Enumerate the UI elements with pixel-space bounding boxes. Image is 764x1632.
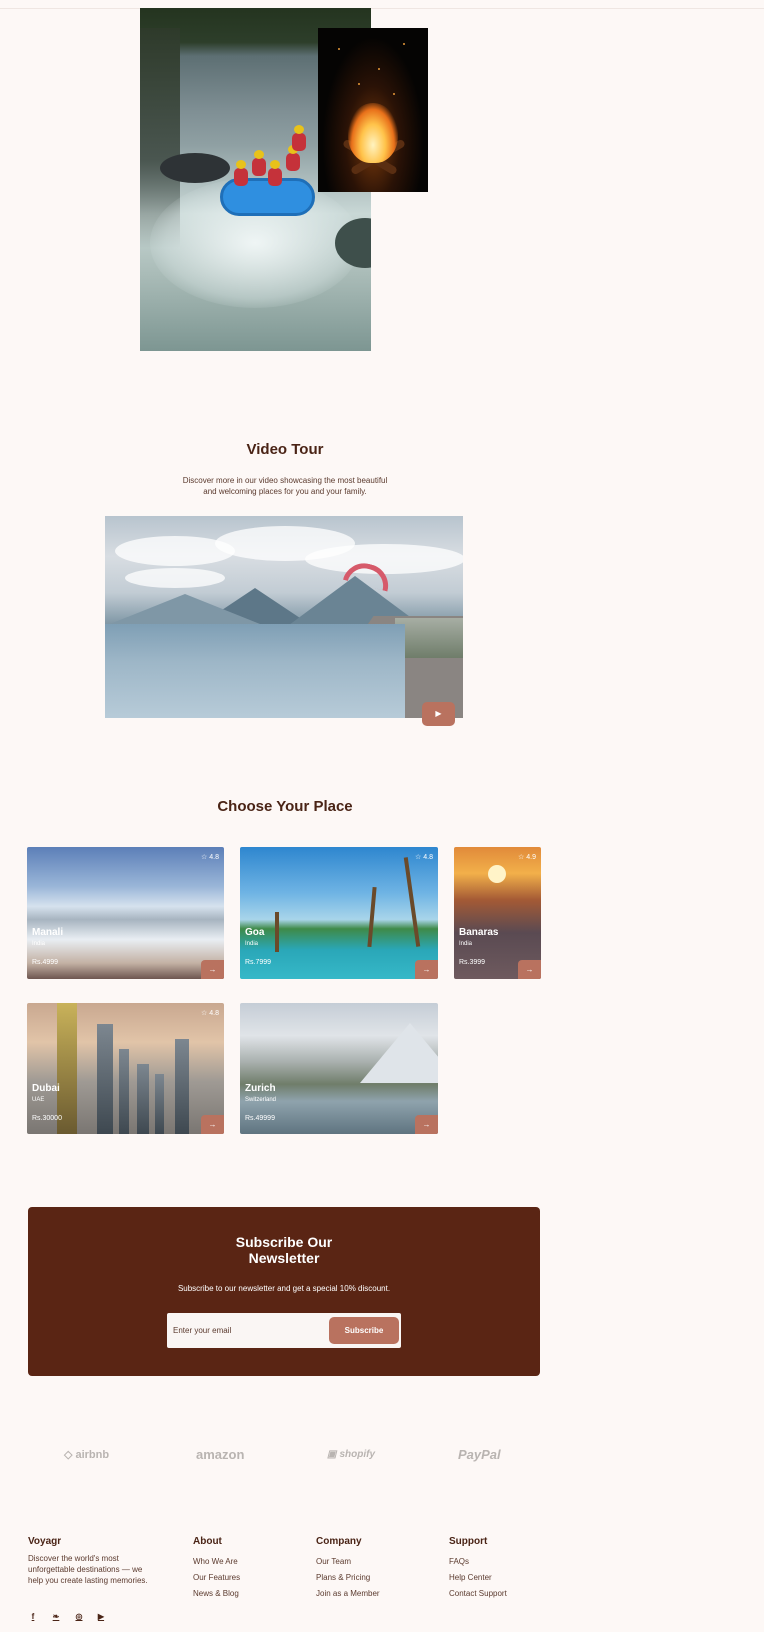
destination-card-manali[interactable]: ☆ 4.8 Manali India Rs.4999 → — [27, 847, 224, 979]
destination-price: Rs.30000 — [32, 1115, 62, 1122]
footer-column-about: About Who We Are Our Features News & Blo… — [193, 1536, 240, 1605]
play-icon: ▶ — [435, 709, 442, 718]
footer-column-title: Company — [316, 1536, 362, 1547]
destination-name: Manali — [32, 927, 64, 938]
twitter-icon[interactable]: ❧ — [51, 1612, 61, 1622]
arrow-right-icon: → — [208, 965, 217, 974]
destination-price: Rs.49999 — [245, 1115, 275, 1122]
facebook-icon[interactable]: f — [28, 1612, 38, 1622]
footer-column-support: Support FAQs Help Center Contact Support — [449, 1536, 507, 1605]
footer-brand: Voyagr — [28, 1536, 62, 1547]
header-divider — [0, 8, 764, 9]
arrow-right-icon: → — [422, 1120, 431, 1129]
newsletter-description: Subscribe to our newsletter and get a sp… — [177, 1284, 391, 1293]
destination-country: India — [459, 941, 473, 947]
amazon-logo: amazon — [196, 1447, 245, 1462]
destination-card-goa[interactable]: ☆ 4.8 Goa India Rs.7999 → — [240, 847, 438, 979]
destination-card-banaras[interactable]: ☆ 4.9 Banaras India Rs.3999 → — [454, 847, 541, 979]
card-arrow-button[interactable]: → — [201, 960, 224, 979]
destination-name: Goa — [245, 927, 265, 938]
footer-link-join-member[interactable]: Join as a Member — [316, 1589, 380, 1598]
footer-link-plans-pricing[interactable]: Plans & Pricing — [316, 1573, 380, 1582]
campfire-image — [318, 28, 428, 192]
shopify-logo: ▣ shopify — [327, 1445, 375, 1465]
airbnb-icon: ◇ — [64, 1449, 73, 1461]
destination-price: Rs.4999 — [32, 959, 59, 966]
destination-card-zurich[interactable]: Zurich Switzerland Rs.49999 → — [240, 1003, 438, 1134]
rating-badge: ☆ 4.8 — [201, 1010, 219, 1017]
rating-badge: ☆ 4.8 — [201, 854, 219, 861]
footer-column-title: About — [193, 1536, 222, 1547]
paypal-logo: PayPal — [458, 1447, 501, 1462]
footer-link-news-blog[interactable]: News & Blog — [193, 1589, 240, 1598]
destination-price: Rs.7999 — [245, 959, 272, 966]
video-thumbnail[interactable] — [105, 516, 463, 718]
destination-country: India — [245, 941, 259, 947]
play-button[interactable]: ▶ — [422, 702, 455, 726]
video-tour-title: Video Tour — [246, 441, 324, 458]
airbnb-logo: ◇ airbnb — [64, 1445, 109, 1465]
destination-name: Banaras — [459, 927, 499, 938]
card-arrow-button[interactable]: → — [415, 1115, 438, 1134]
footer-link-contact-support[interactable]: Contact Support — [449, 1589, 507, 1598]
arrow-right-icon: → — [208, 1120, 217, 1129]
choose-place-title: Choose Your Place — [217, 798, 353, 815]
instagram-icon[interactable]: ◎ — [74, 1612, 84, 1622]
rating-badge: ☆ 4.8 — [415, 854, 433, 861]
rating-badge: ☆ 4.9 — [518, 854, 536, 861]
destination-name: Zurich — [245, 1083, 276, 1094]
destination-country: UAE — [32, 1097, 45, 1103]
arrow-right-icon: → — [525, 965, 534, 974]
arrow-right-icon: → — [422, 965, 431, 974]
footer-column-company: Company Our Team Plans & Pricing Join as… — [316, 1536, 380, 1605]
footer-link-our-features[interactable]: Our Features — [193, 1573, 240, 1582]
footer-about-text: Discover the world's most unforgettable … — [28, 1554, 148, 1585]
subscribe-button[interactable]: Subscribe — [329, 1317, 399, 1344]
destination-price: Rs.3999 — [459, 959, 486, 966]
shopify-bag-icon: ▣ — [327, 1449, 337, 1460]
footer-link-help-center[interactable]: Help Center — [449, 1573, 507, 1582]
footer-link-who-we-are[interactable]: Who We Are — [193, 1557, 240, 1566]
footer-column-title: Support — [449, 1536, 488, 1547]
email-input[interactable] — [173, 1321, 313, 1340]
youtube-icon[interactable]: ▶ — [96, 1612, 106, 1622]
footer-link-faqs[interactable]: FAQs — [449, 1557, 507, 1566]
footer-link-our-team[interactable]: Our Team — [316, 1557, 380, 1566]
card-arrow-button[interactable]: → — [201, 1115, 224, 1134]
newsletter-form: Subscribe — [167, 1313, 401, 1348]
destination-name: Dubai — [32, 1083, 60, 1094]
destination-card-dubai[interactable]: ☆ 4.8 Dubai UAE Rs.30000 → — [27, 1003, 224, 1134]
destination-country: India — [32, 941, 46, 947]
video-tour-description: Discover more in our video showcasing th… — [182, 476, 388, 496]
newsletter-section: Subscribe Our Newsletter Subscribe to ou… — [28, 1207, 540, 1376]
card-arrow-button[interactable]: → — [415, 960, 438, 979]
destination-country: Switzerland — [245, 1097, 277, 1103]
card-arrow-button[interactable]: → — [518, 960, 541, 979]
newsletter-title: Subscribe Our Newsletter — [235, 1234, 333, 1266]
